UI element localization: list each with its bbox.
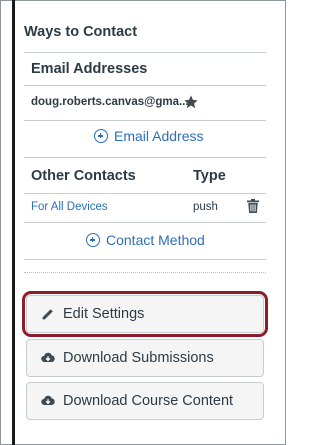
divider [24,222,266,223]
divider [24,85,266,86]
contact-row-link[interactable]: For All Devices [31,201,108,213]
contact-type-value: push [193,201,218,213]
download-course-content-button[interactable]: Download Course Content [26,382,264,420]
divider [24,157,266,158]
download-submissions-button[interactable]: Download Submissions [26,339,264,377]
section-title: Ways to Contact [24,24,138,40]
trash-icon[interactable] [247,199,259,213]
add-contact-method-link[interactable]: Contact Method [86,232,205,248]
other-contacts-heading: Other Contacts [31,168,136,184]
type-column-heading: Type [193,168,226,184]
content-edge-rule [12,0,15,445]
divider [24,259,266,260]
add-email-address-link[interactable]: Email Address [94,128,203,144]
email-addresses-heading: Email Addresses [31,61,148,77]
plus-circle-icon [86,233,100,247]
download-submissions-label: Download Submissions [63,350,214,366]
cloud-download-icon [41,352,55,362]
divider [24,193,266,194]
email-address-value: doug.roberts.canvas@gma... [31,96,189,108]
cloud-download-icon [41,395,55,405]
download-course-content-label: Download Course Content [63,393,234,409]
highlight-outline [22,291,268,337]
dotted-separator [24,272,266,273]
divider [24,52,266,53]
star-icon[interactable] [183,94,199,110]
divider [24,120,266,121]
add-contact-method-label: Contact Method [106,232,205,248]
add-email-address-label: Email Address [114,128,204,144]
plus-circle-icon [94,129,108,143]
